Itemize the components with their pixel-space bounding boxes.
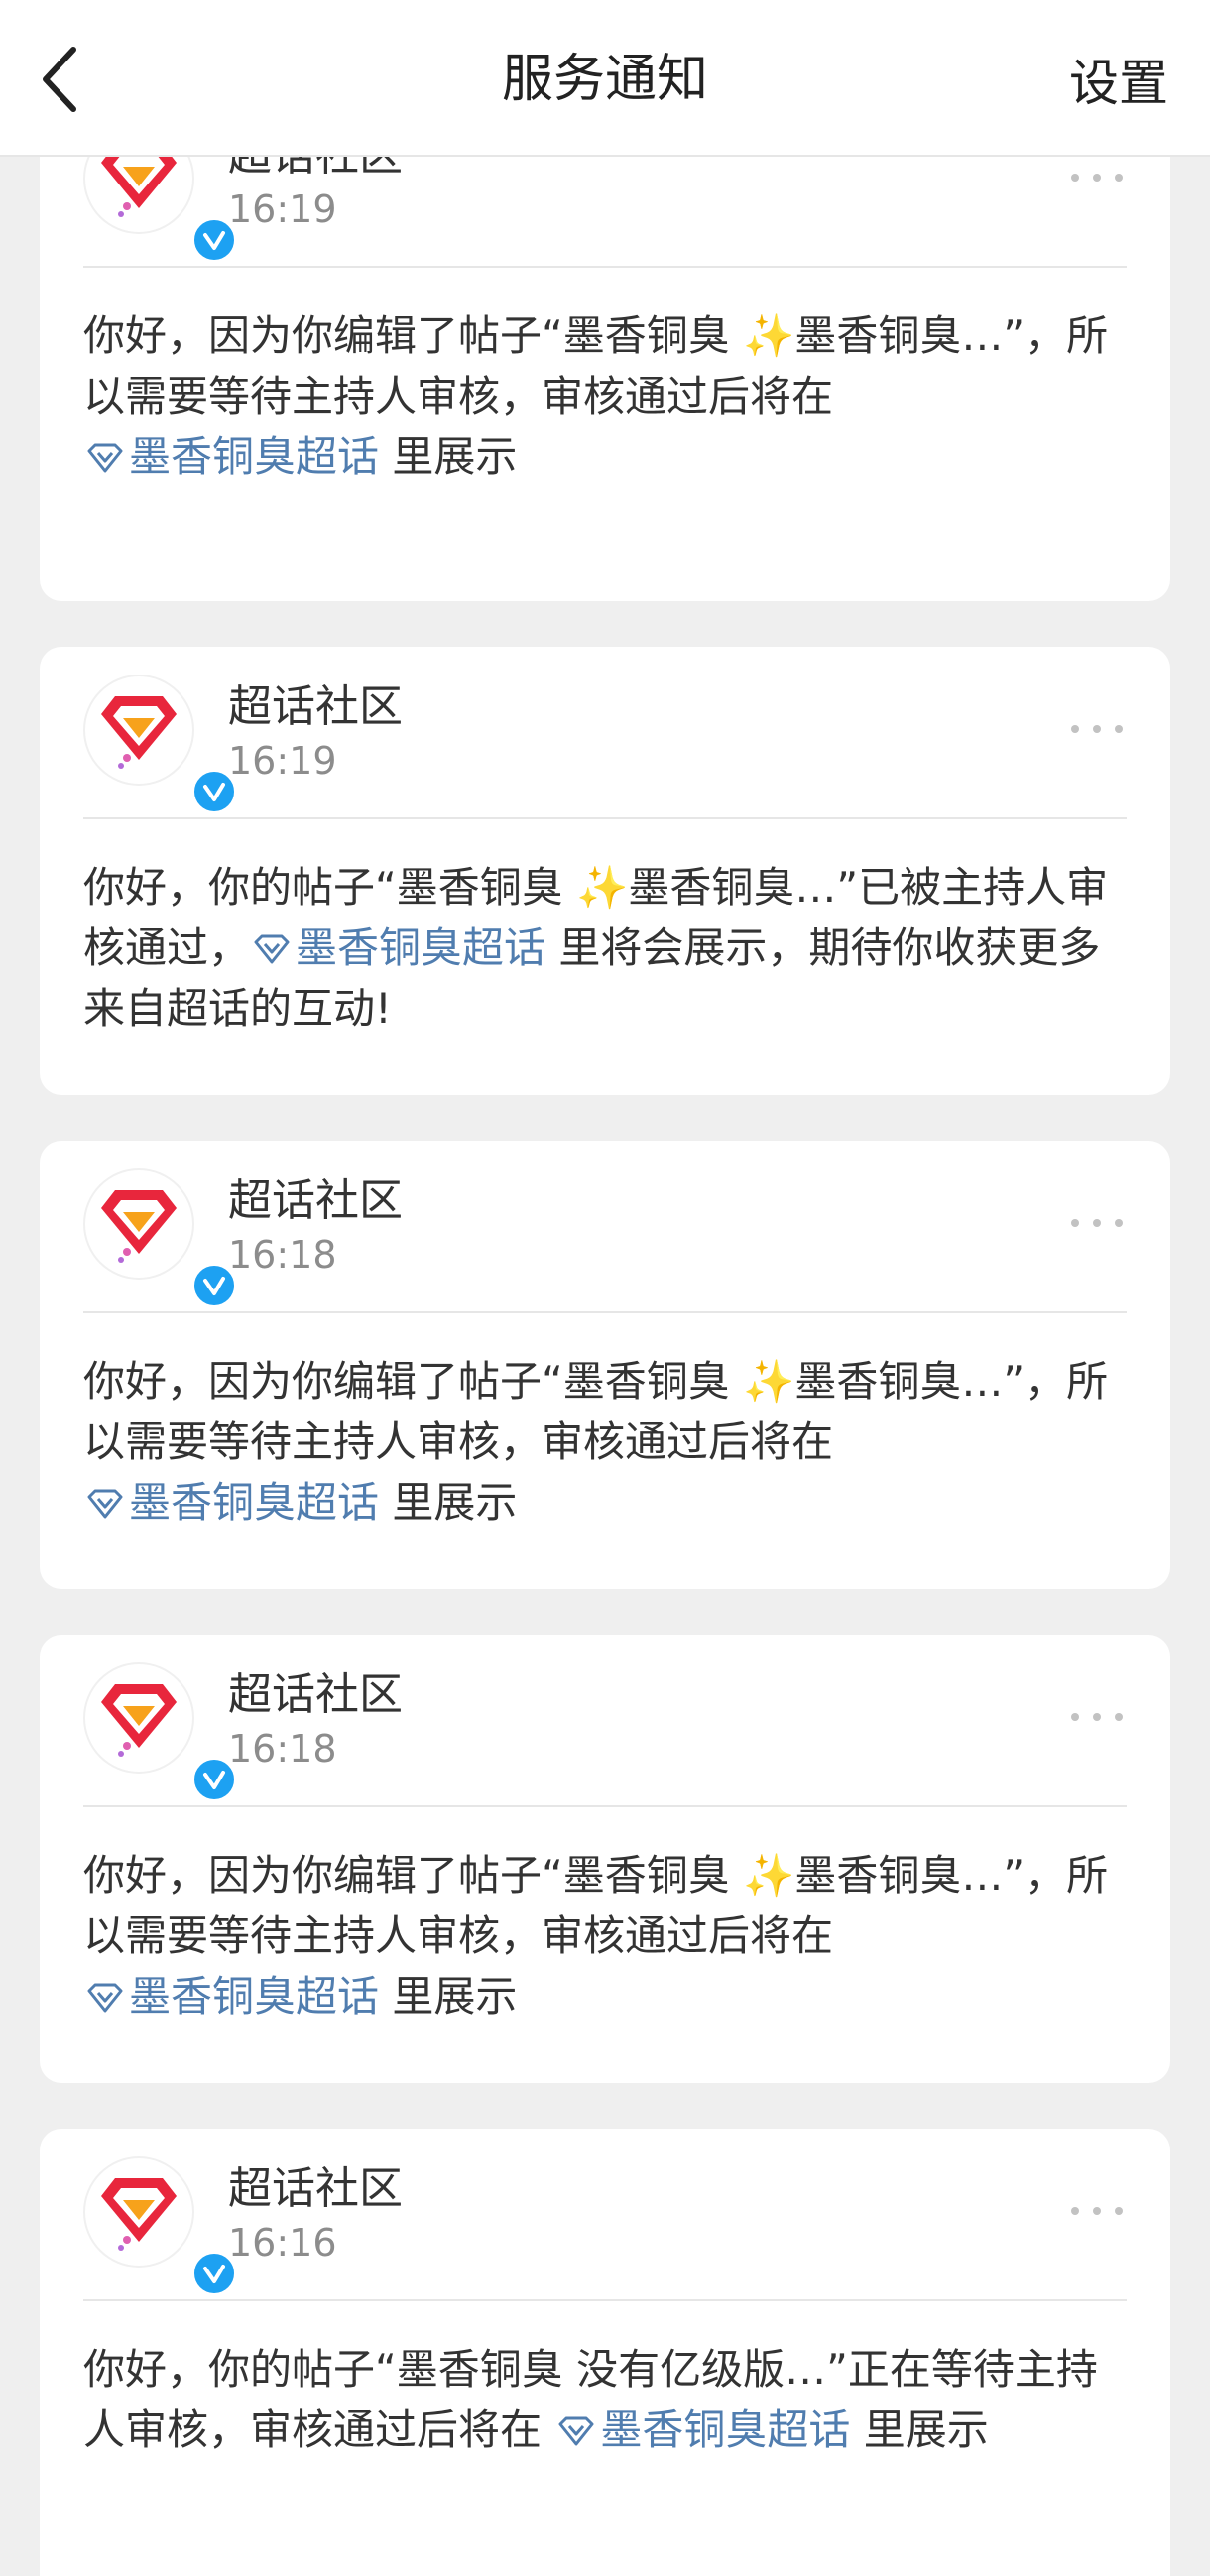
timestamp: 16:18 xyxy=(228,1233,337,1277)
message-segment: 里展示 xyxy=(850,2405,989,2454)
topic-link[interactable]: 墨香铜臭超话 xyxy=(83,1478,379,1527)
more-dots-icon[interactable] xyxy=(1071,1208,1131,1238)
page-title: 服务通知 xyxy=(501,50,708,109)
message-text: 你好，因为你编辑了帖子“墨香铜臭 ✨墨香铜臭…”，所以需要等待主持人审核，审核通… xyxy=(83,306,1127,487)
more-dots-icon[interactable] xyxy=(1071,714,1131,744)
message-segment: 里展示 xyxy=(379,1972,518,2021)
card-header: 超话社区 16:19 xyxy=(40,647,1170,817)
card-header: 超话社区 16:16 xyxy=(40,2129,1170,2299)
message-segment: 你好，因为你编辑了帖子“墨香铜臭 xyxy=(83,1851,744,1900)
timestamp: 16:19 xyxy=(228,187,337,231)
sender-name: 超话社区 xyxy=(228,681,403,732)
topic-link-label: 墨香铜臭超话 xyxy=(129,1972,380,2021)
divider xyxy=(83,1311,1127,1313)
timestamp: 16:16 xyxy=(228,2221,337,2265)
more-dots-icon[interactable] xyxy=(1071,1702,1131,1732)
notification-card[interactable]: 超话社区 16:19 你好，你的帖子“墨香铜臭 ✨墨香铜臭…”已被主持人审核通过… xyxy=(40,647,1170,1095)
avatar[interactable] xyxy=(83,1662,238,1803)
more-dots-icon[interactable] xyxy=(1071,2196,1131,2226)
notification-card[interactable]: 超话社区 16:19 你好，因为你编辑了帖子“墨香铜臭 ✨墨香铜臭…”，所以需要… xyxy=(40,95,1170,601)
sparkles-icon: ✨ xyxy=(743,311,795,360)
topic-link-label: 墨香铜臭超话 xyxy=(296,923,546,972)
timestamp: 16:18 xyxy=(228,1727,337,1771)
supertopic-logo-icon xyxy=(101,696,177,769)
diamond-icon xyxy=(87,1983,123,2013)
notification-card[interactable]: 超话社区 16:16 你好，你的帖子“墨香铜臭 没有亿级版…”正在等待主持人审核… xyxy=(40,2129,1170,2576)
message-segment: 里展示 xyxy=(379,1478,518,1527)
diamond-icon xyxy=(558,2416,594,2446)
topic-link-label: 墨香铜臭超话 xyxy=(600,2405,851,2454)
avatar[interactable] xyxy=(83,675,238,815)
sparkles-icon: ✨ xyxy=(576,863,629,912)
service-notifications-page: 服务通知 设置 16:19 你好，因为你编辑了帖子“墨香铜臭 ✨墨香铜臭…”，所… xyxy=(0,0,1210,2576)
sparkles-icon: ✨ xyxy=(743,1357,795,1406)
topic-link-label: 墨香铜臭超话 xyxy=(129,432,380,481)
supertopic-logo-icon xyxy=(101,1684,177,1757)
message-segment: 你好，你的帖子“墨香铜臭 xyxy=(83,863,577,912)
message-text: 你好，你的帖子“墨香铜臭 没有亿级版…”正在等待主持人审核，审核通过后将在 墨香… xyxy=(83,2339,1127,2460)
header: 服务通知 设置 xyxy=(0,0,1210,157)
topic-link[interactable]: 墨香铜臭超话 xyxy=(83,1972,379,2021)
more-dots-icon[interactable] xyxy=(1071,163,1131,192)
sparkles-icon: ✨ xyxy=(743,1851,795,1900)
sender-name: 超话社区 xyxy=(228,1669,403,1720)
notification-card[interactable]: 超话社区 16:18 你好，因为你编辑了帖子“墨香铜臭 ✨墨香铜臭…”，所以需要… xyxy=(40,1635,1170,2083)
diamond-icon xyxy=(254,934,290,964)
message-segment: 里展示 xyxy=(379,432,518,481)
card-header: 超话社区 16:18 xyxy=(40,1635,1170,1805)
diamond-icon xyxy=(87,443,123,473)
diamond-icon xyxy=(87,1489,123,1519)
divider xyxy=(83,1805,1127,1807)
topic-link[interactable]: 墨香铜臭超话 xyxy=(250,923,545,972)
sender-name: 超话社区 xyxy=(228,2163,403,2214)
notification-card[interactable]: 超话社区 16:18 你好，因为你编辑了帖子“墨香铜臭 ✨墨香铜臭…”，所以需要… xyxy=(40,1141,1170,1589)
topic-link[interactable]: 墨香铜臭超话 xyxy=(554,2405,850,2454)
sender-name: 超话社区 xyxy=(228,1175,403,1226)
message-text: 你好，因为你编辑了帖子“墨香铜臭 ✨墨香铜臭…”，所以需要等待主持人审核，审核通… xyxy=(83,1351,1127,1533)
message-text: 你好，因为你编辑了帖子“墨香铜臭 ✨墨香铜臭…”，所以需要等待主持人审核，审核通… xyxy=(83,1845,1127,2026)
message-segment: 你好，因为你编辑了帖子“墨香铜臭 xyxy=(83,1357,744,1406)
divider xyxy=(83,817,1127,819)
avatar[interactable] xyxy=(83,1168,238,1309)
timestamp: 16:19 xyxy=(228,739,337,783)
card-header: 超话社区 16:18 xyxy=(40,1141,1170,1311)
settings-button[interactable]: 设置 xyxy=(1069,52,1168,115)
topic-link-label: 墨香铜臭超话 xyxy=(129,1478,380,1527)
avatar[interactable] xyxy=(83,2156,238,2297)
message-text: 你好，你的帖子“墨香铜臭 ✨墨香铜臭…”已被主持人审核通过， 墨香铜臭超话 里将会… xyxy=(83,857,1127,1039)
supertopic-logo-icon xyxy=(101,2178,177,2251)
topic-link[interactable]: 墨香铜臭超话 xyxy=(83,432,379,481)
supertopic-logo-icon xyxy=(101,1190,177,1263)
divider xyxy=(83,2299,1127,2301)
message-segment: 你好，因为你编辑了帖子“墨香铜臭 xyxy=(83,311,744,360)
divider xyxy=(83,266,1127,268)
